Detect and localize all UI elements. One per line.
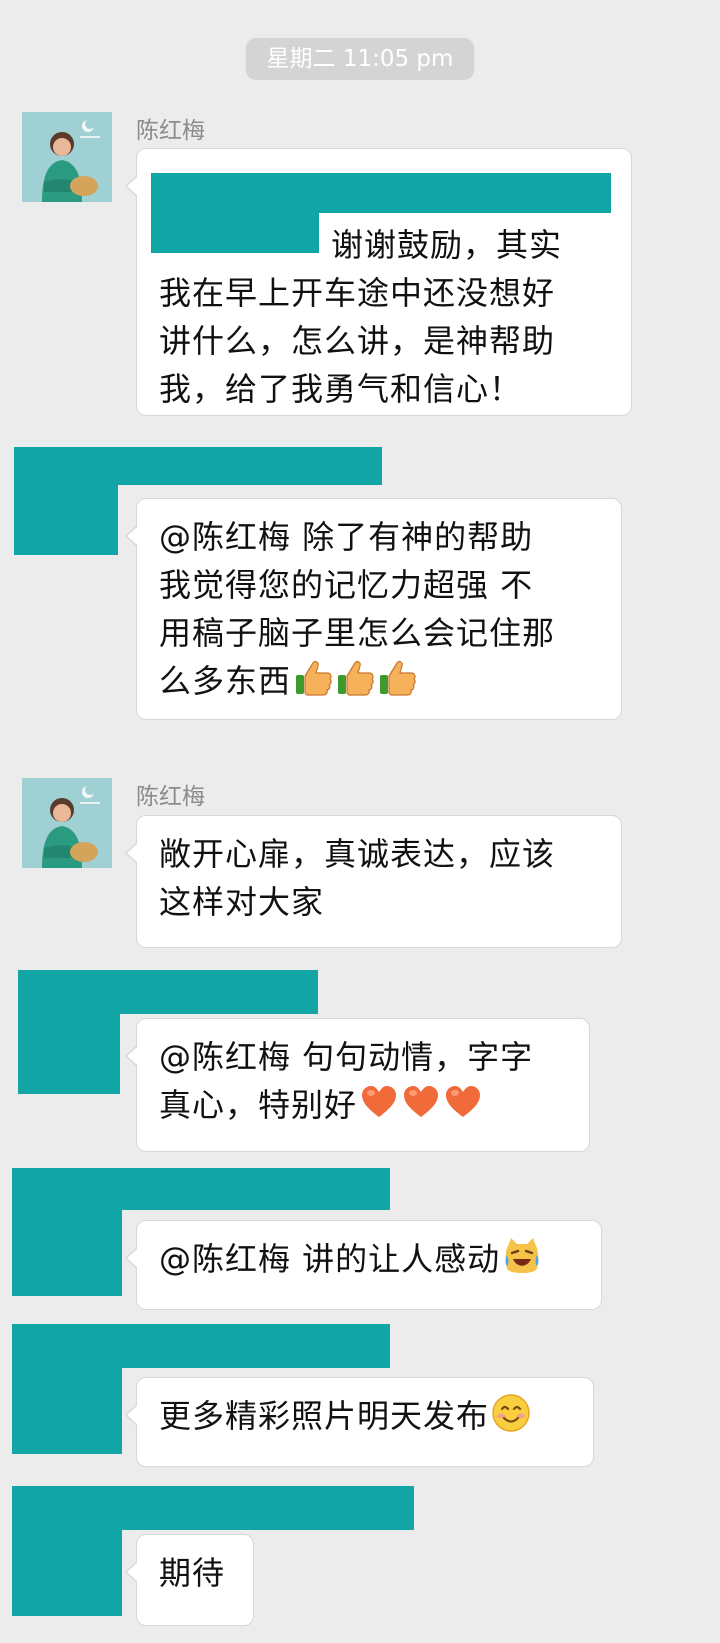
message-text: 我，给了我勇气和信心！ <box>159 370 523 408</box>
message-bubble[interactable]: 敞开心扉，真诚表达，应该 这样对大家 <box>125 815 622 948</box>
message-text: 期待 <box>159 1554 226 1592</box>
redaction-block <box>12 1324 122 1454</box>
avatar[interactable] <box>22 112 112 202</box>
redaction-block <box>151 209 319 253</box>
message-text: 么多东西 <box>159 662 292 700</box>
thumbs-up-icon <box>335 658 375 698</box>
thumbs-up-icon <box>293 658 333 698</box>
message-text: 我在早上开车途中还没想好 <box>159 274 556 312</box>
message-text: 更多精彩照片明天发布 <box>159 1397 490 1435</box>
heart-icon <box>401 1082 441 1122</box>
thumbs-up-icon <box>377 658 417 698</box>
message-bubble[interactable]: @陈红梅 讲的让人感动 <box>125 1220 602 1310</box>
message-bubble[interactable]: 谢谢鼓励，其实 我在早上开车途中还没想好 讲什么，怎么讲，是神帮助 我，给了我勇… <box>125 148 632 416</box>
redaction-block <box>151 173 611 213</box>
sender-name: 陈红梅 <box>136 118 205 144</box>
message-bubble[interactable]: @陈红梅 句句动情，字字 真心，特别好 <box>125 1018 590 1152</box>
smiling-face-icon <box>491 1393 531 1433</box>
message-text: @陈红梅 讲的让人感动 <box>159 1240 501 1278</box>
message-bubble[interactable]: @陈红梅 除了有神的帮助 我觉得您的记忆力超强 不 用稿子脑子里怎么会记住那 么… <box>125 498 622 720</box>
avatar[interactable] <box>22 778 112 868</box>
heart-icon <box>443 1082 483 1122</box>
tears-of-joy-cat-icon <box>502 1236 542 1276</box>
message-text: 讲什么，怎么讲，是神帮助 <box>159 322 556 360</box>
heart-icon <box>359 1082 399 1122</box>
message-text: @陈红梅 句句动情，字字 <box>159 1038 534 1076</box>
sender-name: 陈红梅 <box>136 784 205 810</box>
message-text: @陈红梅 除了有神的帮助 <box>159 518 534 556</box>
timestamp-pill: 星期二 11:05 pm <box>246 38 474 80</box>
message-text: 用稿子脑子里怎么会记住那 <box>159 614 556 652</box>
redaction-block <box>12 1168 122 1296</box>
redaction-block <box>18 970 120 1094</box>
message-bubble[interactable]: 更多精彩照片明天发布 <box>125 1377 594 1467</box>
message-bubble[interactable]: 期待 <box>125 1534 254 1626</box>
message-text: 敞开心扉，真诚表达，应该 <box>159 835 556 873</box>
timestamp: 星期二 11:05 pm <box>266 46 454 72</box>
message-text: 我觉得您的记忆力超强 不 <box>159 566 534 604</box>
redaction-block <box>12 1486 122 1616</box>
redaction-block <box>14 447 118 555</box>
message-text: 这样对大家 <box>159 883 325 921</box>
message-text: 真心，特别好 <box>159 1086 358 1124</box>
